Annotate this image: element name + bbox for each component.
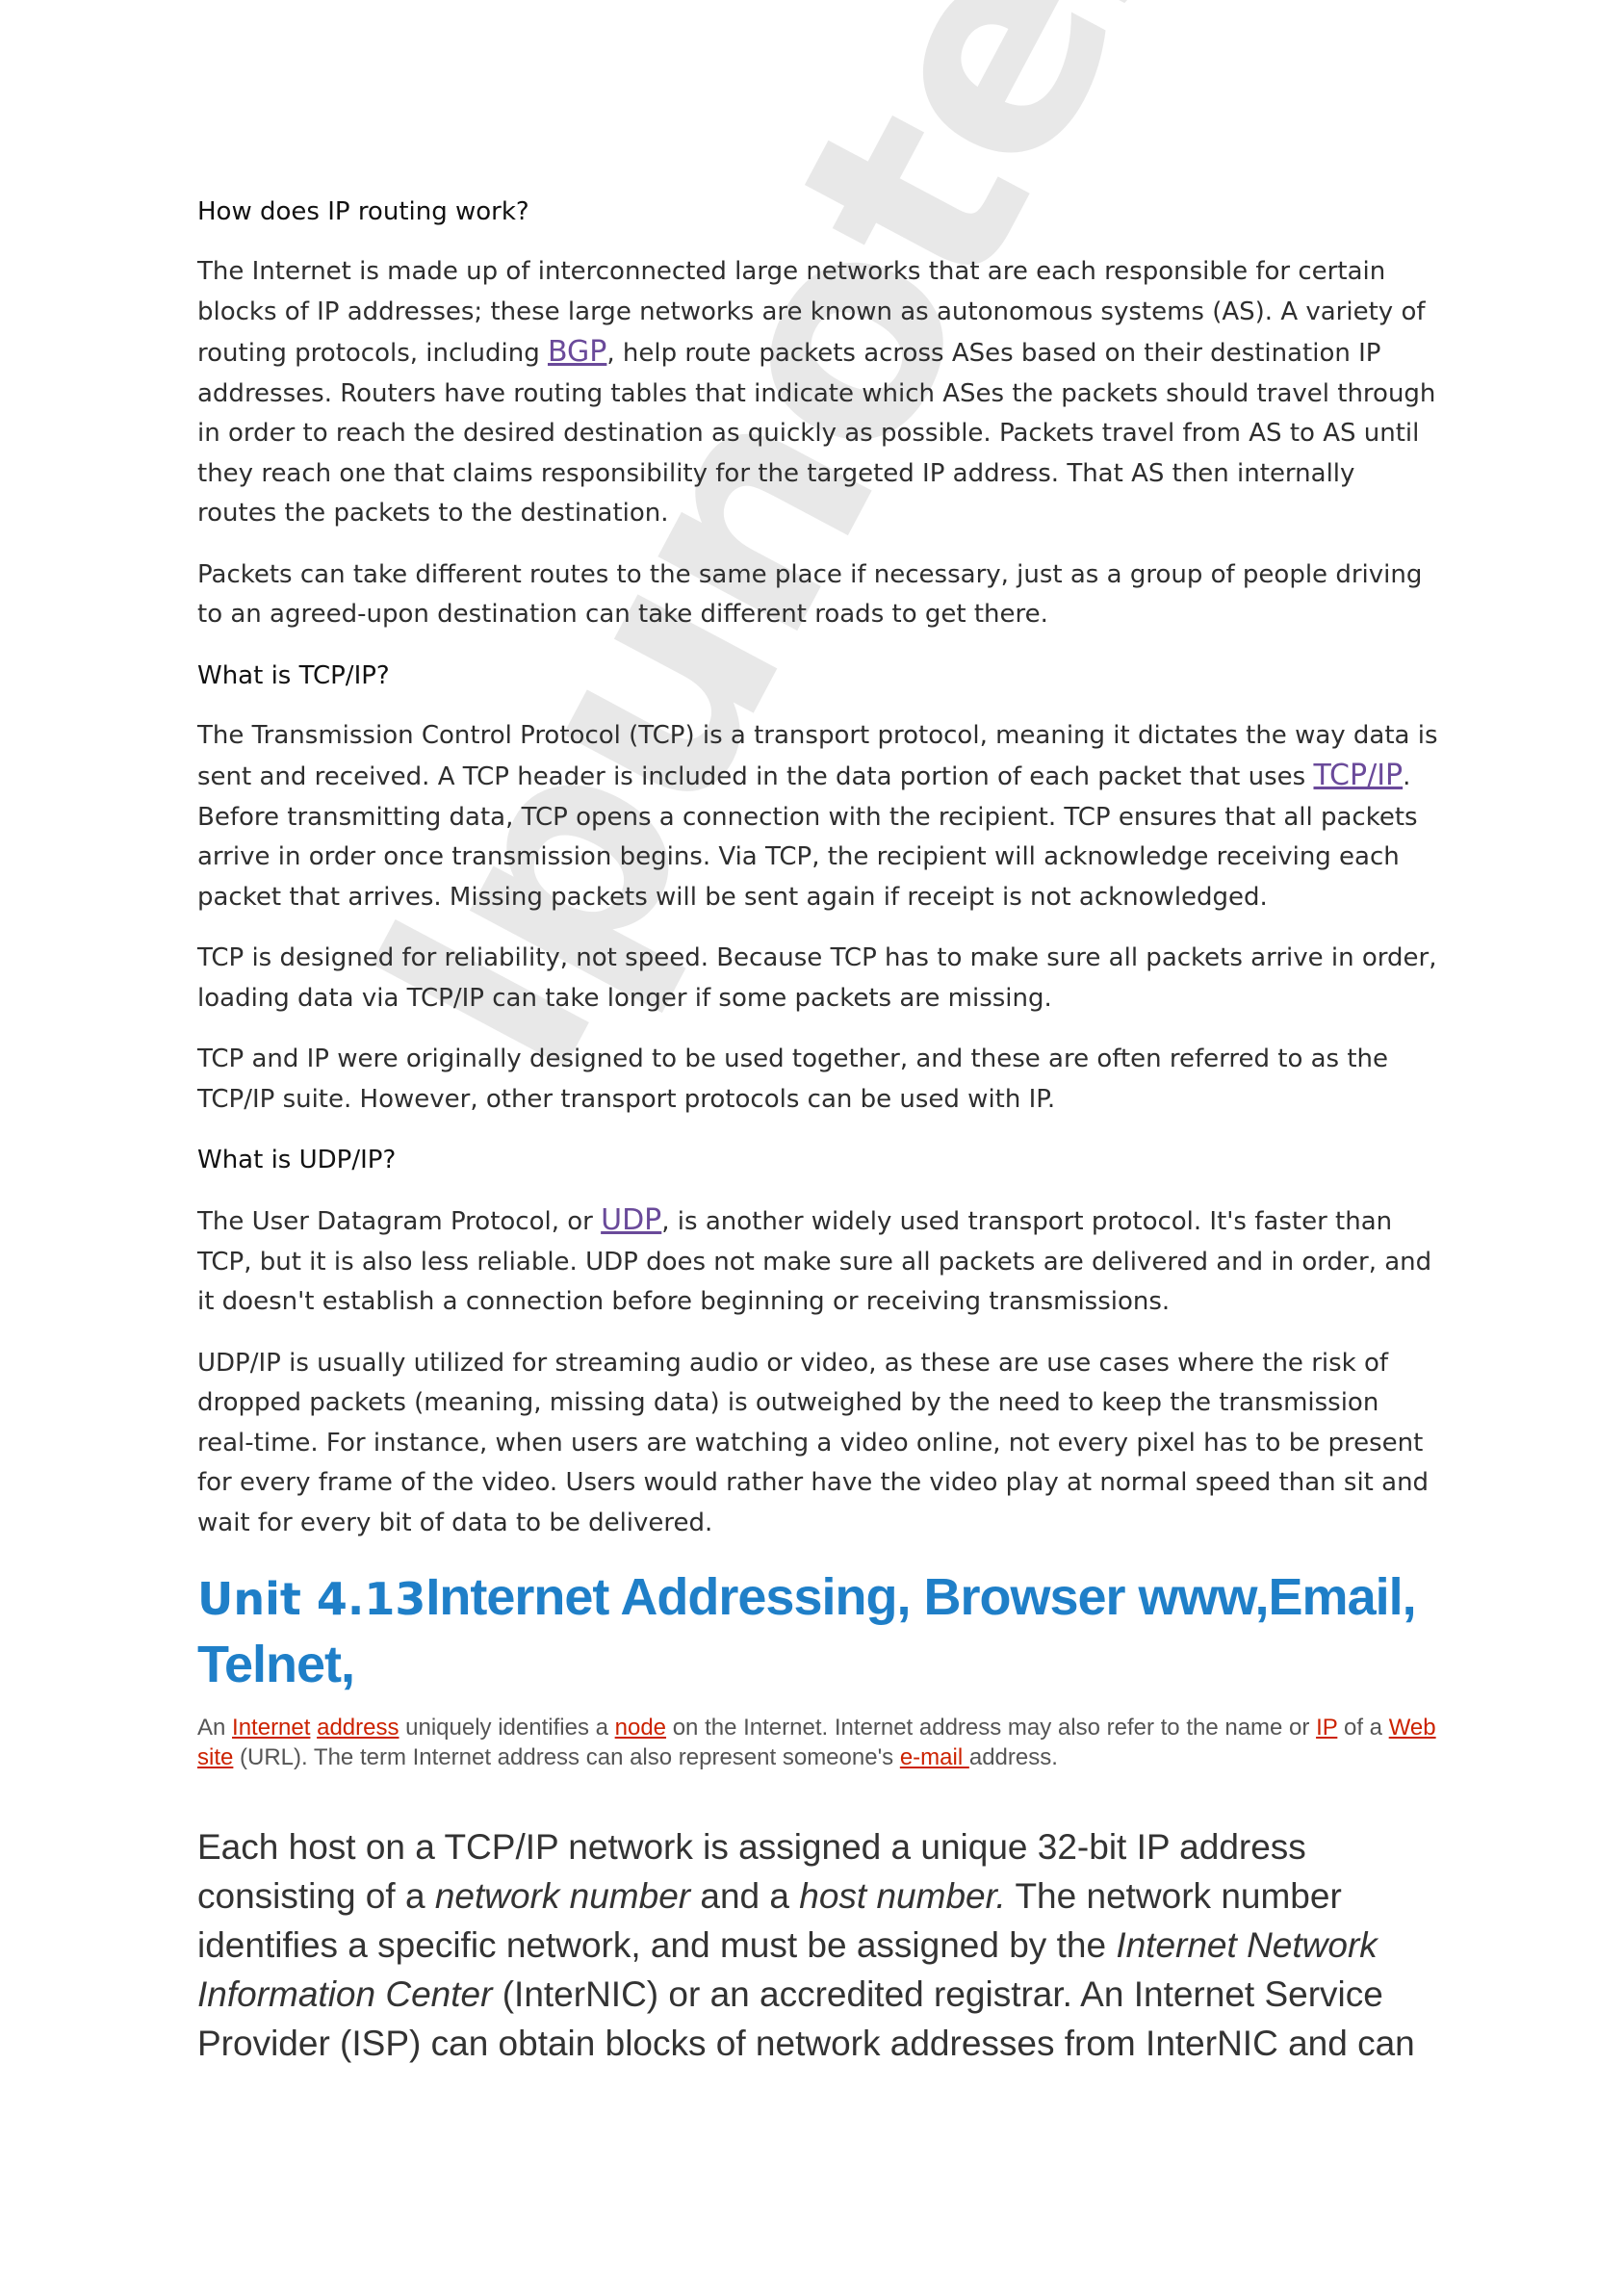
udp-paragraph-1: The User Datagram Protocol, or UDP, is a… — [197, 1203, 1432, 1316]
document-page: How does IP routing work? The Internet i… — [197, 193, 1439, 2068]
email-link[interactable]: e-mail — [900, 1744, 969, 1770]
udp-heading: What is UDP/IP? — [197, 1146, 397, 1174]
udp-link[interactable]: UDP — [601, 1203, 661, 1237]
routing-heading: How does IP routing work? — [197, 197, 529, 226]
bgp-link[interactable]: BGP — [548, 335, 606, 369]
routing-paragraph-2: Packets can take different routes to the… — [197, 559, 1423, 630]
tcp-paragraph-3: TCP and IP were originally designed to b… — [197, 1045, 1389, 1114]
internet-link[interactable]: Internet — [232, 1715, 310, 1741]
host-paragraph: Each host on a TCP/IP network is assigne… — [197, 1827, 1415, 2063]
address-link[interactable]: address — [317, 1715, 399, 1741]
tcp-heading: What is TCP/IP? — [197, 660, 390, 690]
tcp-paragraph-1: The Transmission Control Protocol (TCP) … — [197, 720, 1438, 912]
ip-link[interactable]: IP — [1316, 1715, 1337, 1741]
unit-number: Unit 4.13 — [197, 1573, 426, 1625]
routing-paragraph-1: The Internet is made up of interconnecte… — [197, 257, 1436, 528]
node-link[interactable]: node — [615, 1715, 666, 1741]
tcp-ip-link[interactable]: TCP/IP — [1313, 759, 1403, 792]
unit-heading: Unit 4.13Internet Addressing, Browser ww… — [197, 1564, 1439, 1697]
internet-address-definition: An Internet address uniquely identifies … — [197, 1715, 1436, 1770]
udp-paragraph-2: UDP/IP is usually utilized for streaming… — [197, 1348, 1430, 1537]
tcp-paragraph-2: TCP is designed for reliability, not spe… — [197, 943, 1437, 1013]
